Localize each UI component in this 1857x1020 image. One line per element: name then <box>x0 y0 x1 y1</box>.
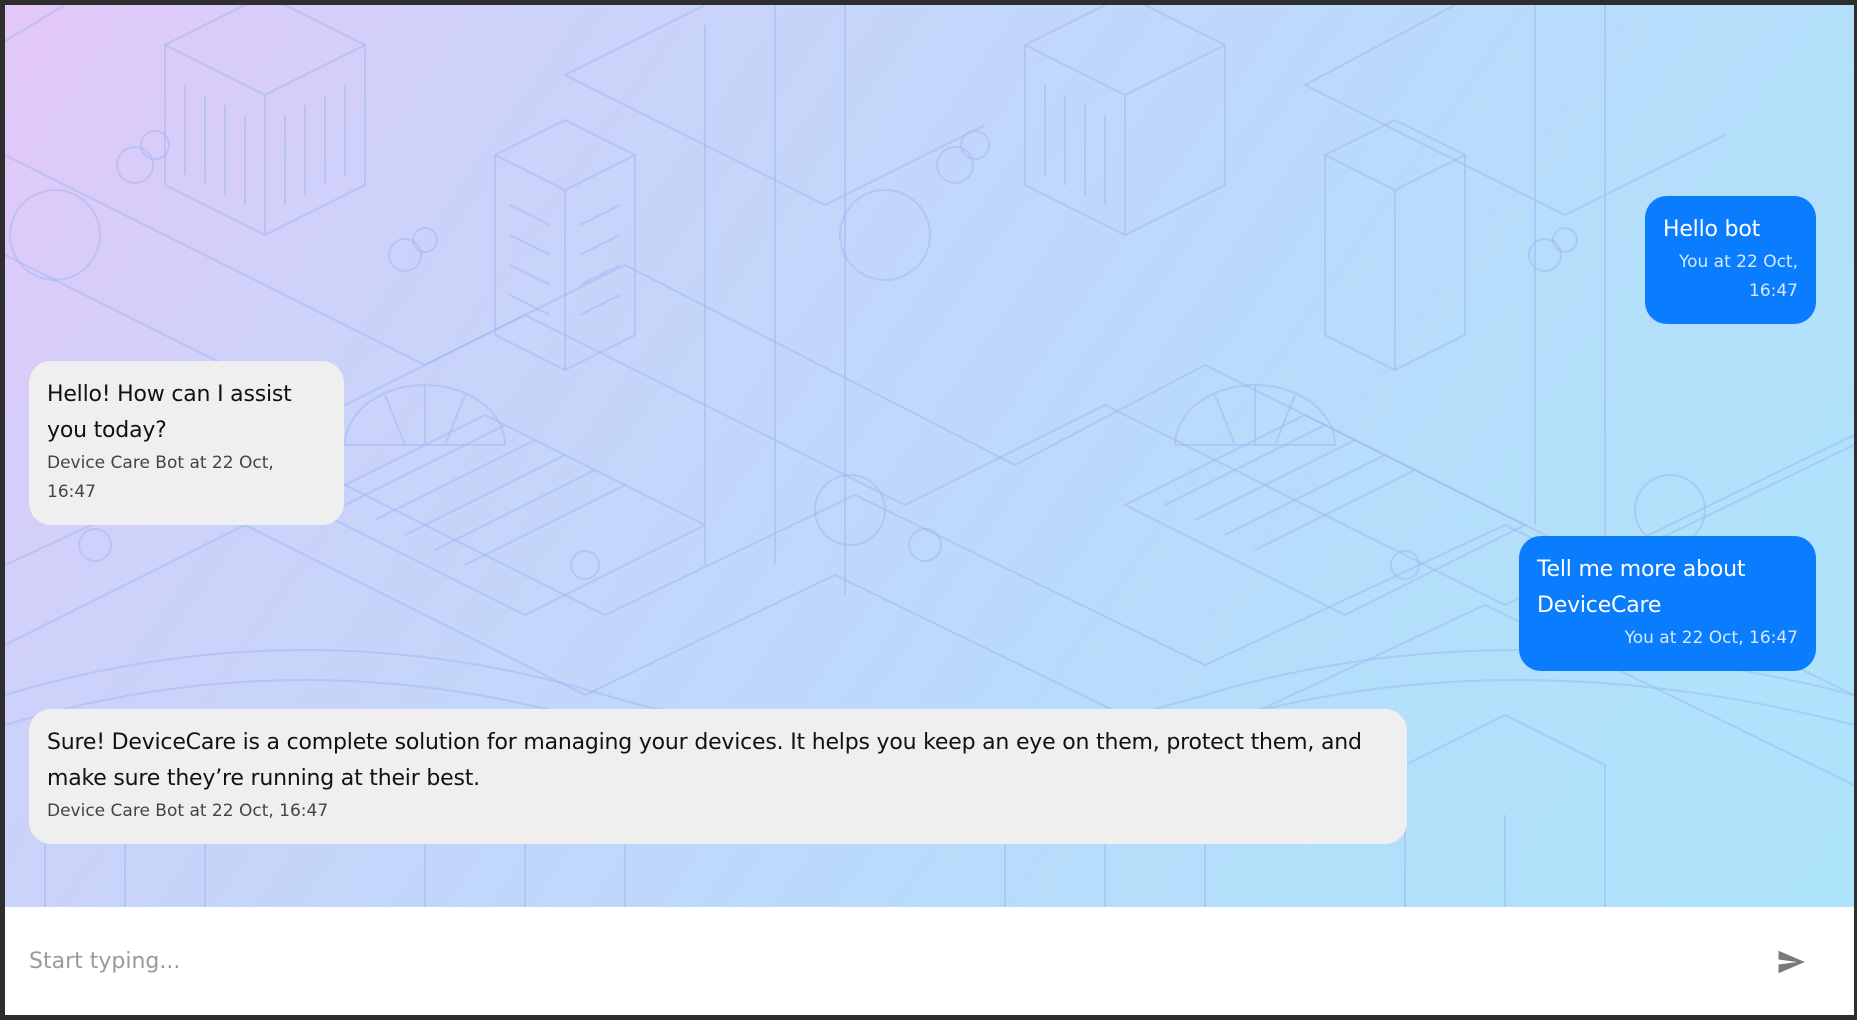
message-meta: You at 22 Oct, 16:47 <box>1678 252 1798 301</box>
message-bubble-user: Hello bot You at 22 Oct, 16:47 <box>1645 196 1816 324</box>
composer-bar <box>5 907 1854 1015</box>
message-bubble-bot: Sure! DeviceCare is a complete solution … <box>29 709 1407 844</box>
send-icon <box>1778 950 1805 974</box>
message-meta: Device Care Bot at 22 Oct, 16:47 <box>47 453 274 502</box>
message-meta: Device Care Bot at 22 Oct, 16:47 <box>47 801 329 821</box>
message-bubble-user: Tell me more about DeviceCare You at 22 … <box>1519 536 1816 671</box>
message-text: Hello bot <box>1663 217 1761 242</box>
message-text: Hello! How can I assist you today? <box>47 382 292 443</box>
send-button[interactable] <box>1770 941 1812 983</box>
chat-window: Hello bot You at 22 Oct, 16:47 Hello! Ho… <box>5 5 1854 1015</box>
message-input[interactable] <box>23 941 1735 981</box>
message-meta: You at 22 Oct, 16:47 <box>1624 628 1798 648</box>
message-text: Tell me more about DeviceCare <box>1537 557 1746 618</box>
message-bubble-bot: Hello! How can I assist you today? Devic… <box>29 361 344 525</box>
message-list[interactable]: Hello bot You at 22 Oct, 16:47 Hello! Ho… <box>5 5 1854 907</box>
message-text: Sure! DeviceCare is a complete solution … <box>47 730 1362 791</box>
